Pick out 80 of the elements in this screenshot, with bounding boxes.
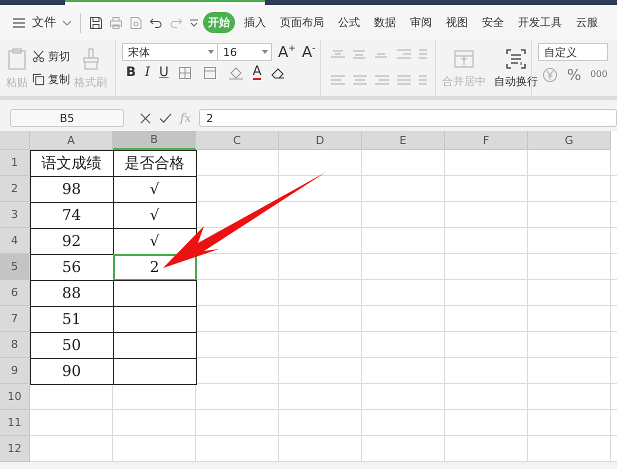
save-icon[interactable] — [89, 16, 103, 30]
column-header[interactable]: B — [113, 131, 196, 150]
borders-icon[interactable] — [178, 66, 194, 80]
row-header[interactable]: 5 — [0, 254, 30, 280]
caret-icon — [208, 50, 214, 54]
table-cell: 90 — [30, 358, 114, 384]
table-cell: √ — [112, 202, 196, 228]
row-header[interactable]: 2 — [0, 176, 30, 202]
ribbon-tab[interactable]: 视图 — [441, 12, 473, 33]
row-header[interactable]: 4 — [0, 228, 30, 254]
undo-icon[interactable] — [149, 16, 163, 30]
ribbon-tab[interactable]: 开发工具 — [513, 12, 567, 33]
chevron-down-icon[interactable] — [62, 20, 72, 26]
dropdown-icon[interactable] — [189, 18, 199, 26]
copy-icon — [32, 73, 45, 86]
eraser-icon[interactable] — [270, 66, 286, 80]
cut-button[interactable]: 剪切 — [32, 49, 70, 64]
checkmark-icon[interactable] — [159, 112, 172, 124]
column-header[interactable]: E — [362, 131, 445, 150]
row-header[interactable]: 1 — [0, 150, 30, 176]
table-cell: 92 — [30, 228, 114, 254]
table-cell: 是否合格 — [112, 150, 196, 176]
table-cell: 50 — [30, 332, 114, 358]
redo-icon[interactable] — [169, 16, 183, 30]
fill-bucket-icon[interactable] — [228, 66, 244, 80]
file-menu[interactable]: 文件 — [32, 14, 56, 31]
row-header[interactable]: 12 — [0, 436, 30, 462]
caret-icon — [262, 50, 268, 54]
increase-font-button[interactable]: A$^{+}$ — [278, 44, 296, 60]
row-header[interactable]: 11 — [0, 410, 30, 436]
ribbon-tab[interactable]: 数据 — [369, 12, 401, 33]
table-cell: 98 — [30, 176, 114, 202]
column-header[interactable]: G — [528, 131, 611, 150]
column-header[interactable]: D — [279, 131, 362, 150]
table-cell: 51 — [30, 306, 114, 332]
table-cell: 88 — [30, 280, 114, 306]
font-family-dropdown[interactable]: 宋体 — [122, 43, 218, 61]
underline-button[interactable]: U — [159, 66, 169, 79]
bold-button[interactable]: B — [126, 66, 136, 79]
table-cell: √ — [112, 176, 196, 202]
table-cell: 56 — [30, 254, 114, 280]
table-cell: 语文成绩 — [30, 150, 114, 176]
decrease-font-button[interactable]: A$^{-}$ — [302, 44, 316, 60]
row-header[interactable]: 7 — [0, 306, 30, 332]
number-format-dropdown[interactable]: 自定义 — [538, 43, 608, 61]
percent-button[interactable]: % — [567, 68, 582, 82]
currency-icon[interactable] — [542, 67, 558, 83]
thousands-button[interactable]: 000 — [590, 70, 608, 80]
italic-button[interactable]: I — [144, 66, 150, 79]
row-header[interactable]: 8 — [0, 332, 30, 358]
row-header[interactable]: 6 — [0, 280, 30, 306]
formula-input[interactable]: 2 — [199, 109, 617, 127]
name-box[interactable]: B5 — [10, 109, 124, 127]
ribbon-tab[interactable]: 开始 — [203, 12, 235, 33]
row-header[interactable]: 10 — [0, 384, 30, 410]
ribbon-tab[interactable]: 安全 — [477, 12, 509, 33]
printer-icon[interactable] — [109, 16, 123, 30]
column-header[interactable]: A — [30, 131, 113, 150]
menu-icon[interactable] — [12, 16, 26, 28]
ribbon-tab[interactable]: 审阅 — [405, 12, 437, 33]
cell-style-icon[interactable] — [202, 66, 219, 80]
font-color-button[interactable]: A — [252, 65, 262, 80]
copy-button[interactable]: 复制 — [32, 72, 70, 87]
ribbon-tab[interactable]: 页面布局 — [275, 12, 329, 33]
row-header[interactable]: 3 — [0, 202, 30, 228]
row-header[interactable]: 9 — [0, 358, 30, 384]
close-icon[interactable] — [140, 112, 151, 124]
ribbon-tab[interactable]: 公式 — [333, 12, 365, 33]
preview-icon[interactable] — [129, 16, 143, 30]
wrap-text-button[interactable]: 自动换行 — [494, 48, 538, 88]
font-size-dropdown[interactable]: 16 — [217, 43, 272, 61]
column-header[interactable]: F — [445, 131, 528, 150]
ribbon-tab[interactable]: 云服 — [571, 12, 603, 33]
merge-cells-icon — [453, 48, 475, 70]
clipboard-icon — [6, 46, 28, 70]
scissors-icon — [32, 50, 45, 63]
wrap-text-icon — [505, 48, 527, 70]
column-header[interactable]: C — [196, 131, 279, 150]
ribbon-tab[interactable]: 插入 — [239, 12, 271, 33]
table-cell: 74 — [30, 202, 114, 228]
